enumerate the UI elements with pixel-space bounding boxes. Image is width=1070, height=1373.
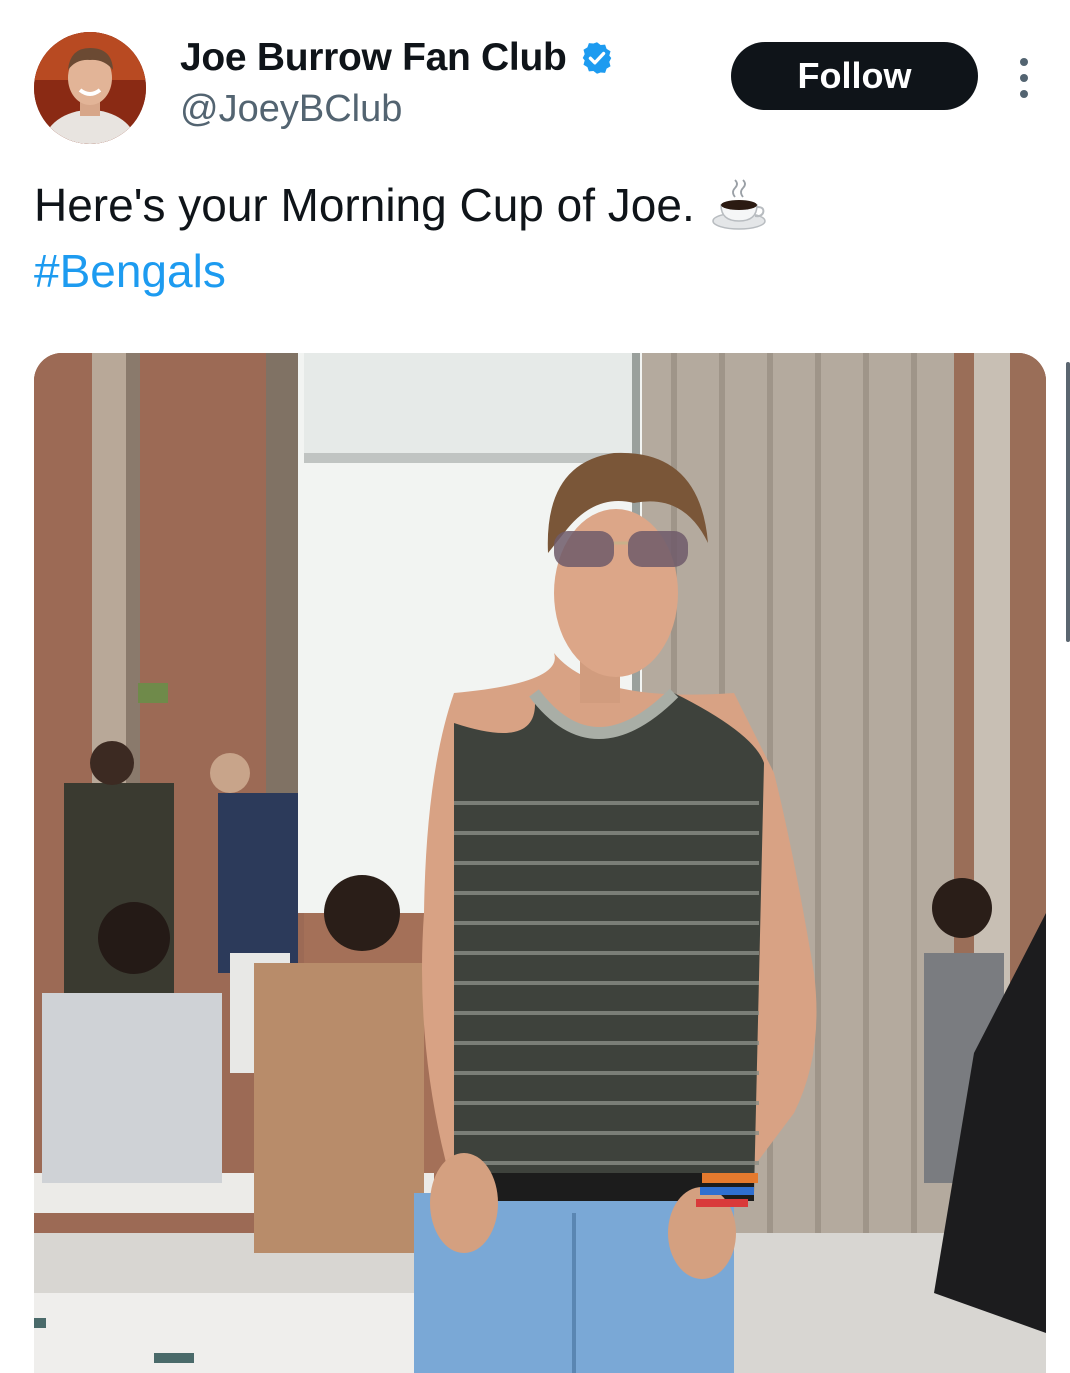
hashtag-link[interactable]: #Bengals: [34, 238, 1034, 304]
author-name[interactable]: Joe Burrow Fan Club: [180, 36, 567, 80]
more-options-icon[interactable]: [1014, 58, 1034, 98]
tweet-header: Joe Burrow Fan Club @JoeyBClub Follow: [0, 0, 1070, 150]
avatar-image: [34, 32, 146, 144]
dot: [1020, 74, 1028, 82]
avatar[interactable]: [34, 32, 146, 144]
follow-button[interactable]: Follow: [731, 42, 978, 110]
tweet-media-photo[interactable]: [34, 353, 1046, 1373]
tweet-text: Here's your Morning Cup of Joe. #Bengals: [34, 172, 1034, 304]
dot: [1020, 90, 1028, 98]
tweet-text-line: Here's your Morning Cup of Joe.: [34, 172, 1034, 238]
verified-badge-icon: [579, 40, 615, 76]
author-handle[interactable]: @JoeyBClub: [180, 88, 402, 131]
scrollbar[interactable]: [1066, 362, 1070, 642]
tweet-body-text: Here's your Morning Cup of Joe.: [34, 179, 695, 231]
coffee-cup-icon: [711, 177, 767, 233]
dot: [1020, 58, 1028, 66]
author-row: Joe Burrow Fan Club: [180, 36, 615, 80]
photo-illustration: [34, 353, 1046, 1373]
